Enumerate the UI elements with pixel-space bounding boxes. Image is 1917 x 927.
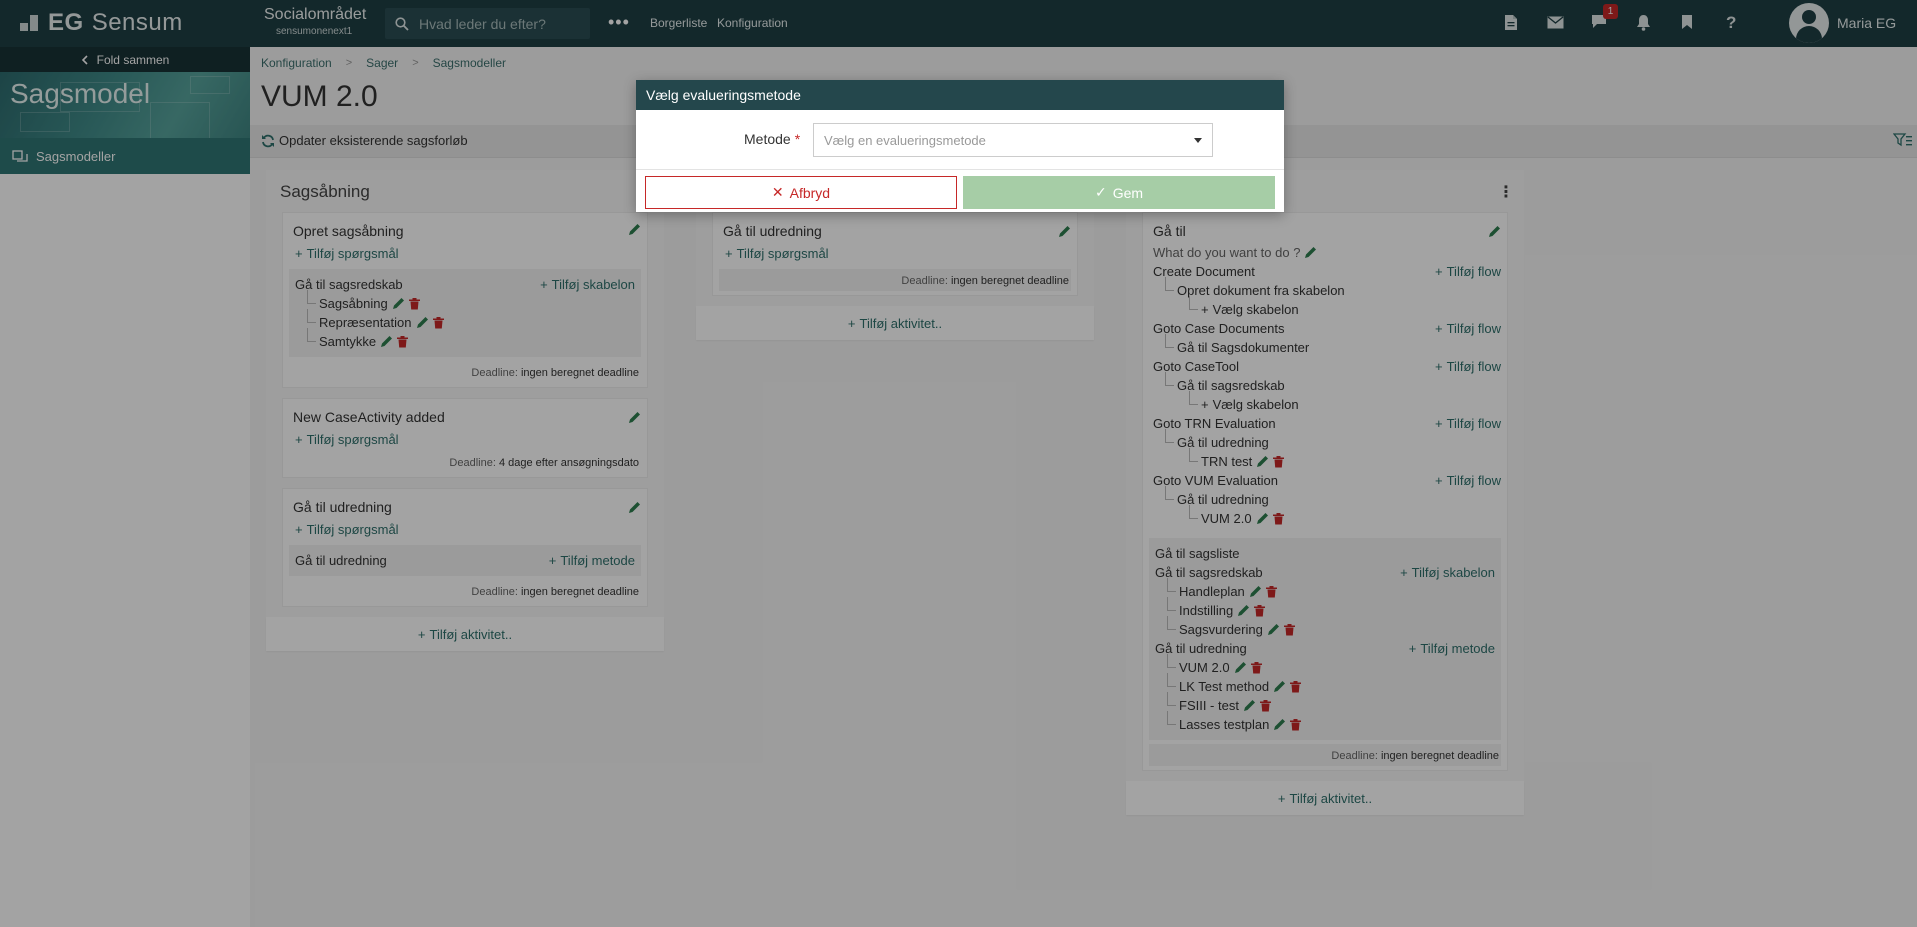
method-label: Metode bbox=[744, 131, 791, 147]
cancel-label: Afbryd bbox=[789, 184, 831, 201]
required-marker: * bbox=[794, 131, 801, 147]
method-select[interactable]: Vælg en evalueringsmetode bbox=[813, 123, 1213, 157]
save-button[interactable]: ✓ Gem bbox=[963, 176, 1275, 209]
check-icon: ✓ bbox=[1094, 184, 1107, 200]
cancel-button[interactable]: ✕ Afbryd bbox=[645, 176, 957, 209]
evaluation-method-dialog: Vælg evalueringsmetode Metode * Vælg en e… bbox=[636, 80, 1284, 212]
save-label: Gem bbox=[1112, 184, 1144, 201]
dialog-title: Vælg evalueringsmetode bbox=[636, 80, 1284, 110]
chevron-down-icon bbox=[1194, 138, 1202, 143]
dialog-body: Metode * Vælg en evalueringsmetode bbox=[636, 110, 1284, 170]
method-select-placeholder: Vælg en evalueringsmetode bbox=[824, 133, 986, 148]
close-icon: ✕ bbox=[771, 184, 784, 200]
method-field-label: Metode * bbox=[744, 131, 800, 147]
